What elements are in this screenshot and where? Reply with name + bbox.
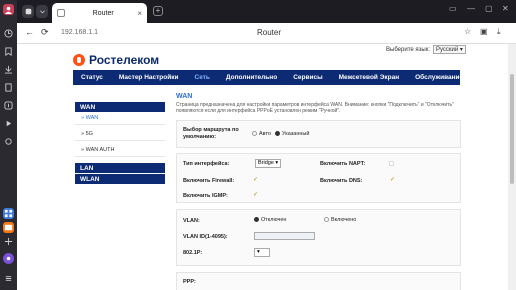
nav-services[interactable]: Сервисы (285, 74, 330, 81)
profile-icon[interactable] (3, 4, 14, 15)
media-icon[interactable] (3, 118, 14, 129)
history-icon[interactable] (3, 28, 14, 39)
menu-item-wan[interactable]: » WAN (75, 112, 165, 125)
tab-title: Router (92, 9, 114, 17)
reload-icon[interactable]: ⟳ (41, 27, 49, 38)
rostelecom-logo: Ростелеком (73, 53, 159, 67)
interface-type-label: Тип интерфейса: (183, 161, 230, 167)
new-tab-button[interactable]: + (153, 6, 163, 16)
route-specified-radio[interactable] (275, 131, 280, 137)
tab-manager-icon[interactable]: ▭ (449, 4, 457, 13)
vlan-on-radio[interactable] (324, 217, 329, 223)
bookmarks-icon[interactable] (3, 46, 14, 57)
downloads-icon[interactable] (3, 64, 14, 75)
igmp-checkbox[interactable]: ✓ (253, 191, 258, 198)
page-favicon-icon (57, 9, 65, 17)
content-header: WAN Страница предназначена для настройки… (176, 93, 461, 114)
maximize-button[interactable]: ▢ (485, 4, 493, 13)
route-section: Выбор маршрута по умолчанию: Авто Указан… (176, 120, 461, 148)
tab-close-button[interactable]: × (137, 9, 142, 18)
language-label: Выберите язык: (386, 46, 430, 53)
nav-advanced[interactable]: Дополнительно (218, 74, 285, 81)
menu-item-5g[interactable]: » 5G (75, 125, 165, 141)
brand-name: Ростелеком (89, 53, 160, 67)
language-select[interactable]: Русский ▾ (433, 45, 466, 54)
add-panel-icon[interactable] (3, 236, 14, 247)
download-icon[interactable]: ⤓ (497, 27, 501, 37)
content-heading: WAN (176, 93, 193, 100)
nav-wizard[interactable]: Мастер Настройки (111, 74, 187, 81)
back-arrow-icon[interactable]: ← (25, 27, 34, 37)
napt-label: Включить NAPT: (320, 161, 366, 167)
nav-network[interactable]: Сеть (187, 74, 218, 81)
router-page: Ростелеком Выберите язык: Русский ▾ Стат… (17, 44, 508, 290)
route-label: Выбор маршрута по умолчанию: (183, 127, 239, 140)
dns-label: Включить DNS: (320, 178, 363, 184)
mail-icon[interactable] (3, 222, 14, 233)
tab-router[interactable]: Router × (52, 3, 147, 23)
extensions-icon[interactable] (3, 100, 14, 111)
menu-header-wan[interactable]: WAN (75, 102, 165, 112)
panel-menu-icon[interactable] (3, 273, 14, 284)
page-scrollbar[interactable] (508, 44, 516, 290)
tab-list-button[interactable] (36, 5, 48, 18)
napt-checkbox[interactable] (389, 161, 394, 166)
ppp-label: PPP: (183, 279, 196, 285)
ppp-section: PPP: (176, 272, 461, 290)
vlan-8021p-label: 802.1P: (183, 250, 203, 256)
vlan-off-option[interactable]: Отключен (254, 217, 286, 223)
vlan-off-radio[interactable] (254, 217, 259, 223)
nav-firewall[interactable]: Межсетевой Экран (331, 74, 407, 81)
menu-header-lan[interactable]: LAN (75, 163, 165, 173)
settings-icon[interactable] (3, 136, 14, 147)
firewall-label: Включить Firewall: (183, 178, 235, 184)
tab-strip: Router × + ▭ — ▢ ✕ (17, 0, 516, 23)
nav-maintenance[interactable]: Обслуживание (407, 74, 471, 81)
firewall-checkbox[interactable]: ✓ (253, 176, 258, 183)
language-value: Русский (436, 47, 459, 53)
left-menu: WAN » WAN » 5G » WAN AUTH LAN WLAN (75, 102, 165, 184)
page-title: Router (257, 28, 282, 37)
menu-item-wan-auth[interactable]: » WAN AUTH (75, 141, 165, 157)
notes-icon[interactable] (3, 82, 14, 93)
igmp-label: Включить IGMP: (183, 193, 228, 199)
vlan-8021p-select[interactable]: ▾ (254, 248, 270, 257)
vlan-id-input[interactable] (254, 232, 315, 240)
browser-side-panel (0, 0, 17, 290)
language-selector: Выберите язык: Русский ▾ (386, 45, 466, 54)
content-description: Страница предназначена для настройки пар… (176, 102, 454, 114)
assistant-icon[interactable] (3, 253, 14, 264)
logo-icon (73, 54, 85, 66)
vlan-on-option[interactable]: Включено (324, 217, 356, 223)
minimize-button[interactable]: — (467, 4, 475, 13)
route-auto-radio[interactable] (252, 131, 257, 137)
menu-header-wlan[interactable]: WLAN (75, 174, 165, 184)
vlan-label: VLAN: (183, 218, 200, 224)
bookmark-star-icon[interactable]: ☆ (464, 27, 471, 36)
url-field[interactable]: 192.168.1.1 (61, 29, 98, 36)
interface-section: Тип интерфейса: Bridge ▾ Включить NAPT: … (176, 153, 461, 203)
vlan-id-label: VLAN ID(1-4095): (183, 234, 228, 240)
address-bar: ← ⟳ 192.168.1.1 Router ☆ ▣ ⤓ (17, 23, 516, 44)
main-nav: Статус Мастер Настройки Сеть Дополнитель… (73, 70, 463, 85)
interface-type-select[interactable]: Bridge ▾ (255, 159, 282, 168)
dns-checkbox[interactable]: ✓ (390, 176, 395, 183)
route-specified-option[interactable]: Указанный (275, 131, 309, 137)
vlan-section: VLAN: Отключен Включено VLAN ID(1-4095):… (176, 209, 461, 266)
nav-status[interactable]: Статус (73, 74, 111, 81)
route-auto-option[interactable]: Авто (252, 131, 271, 137)
scrollbar-thumb[interactable] (510, 74, 514, 184)
workspaces-button[interactable] (22, 5, 34, 18)
collections-icon[interactable]: ▣ (480, 27, 488, 36)
close-window-button[interactable]: ✕ (502, 4, 509, 13)
apps-icon[interactable] (3, 208, 14, 219)
